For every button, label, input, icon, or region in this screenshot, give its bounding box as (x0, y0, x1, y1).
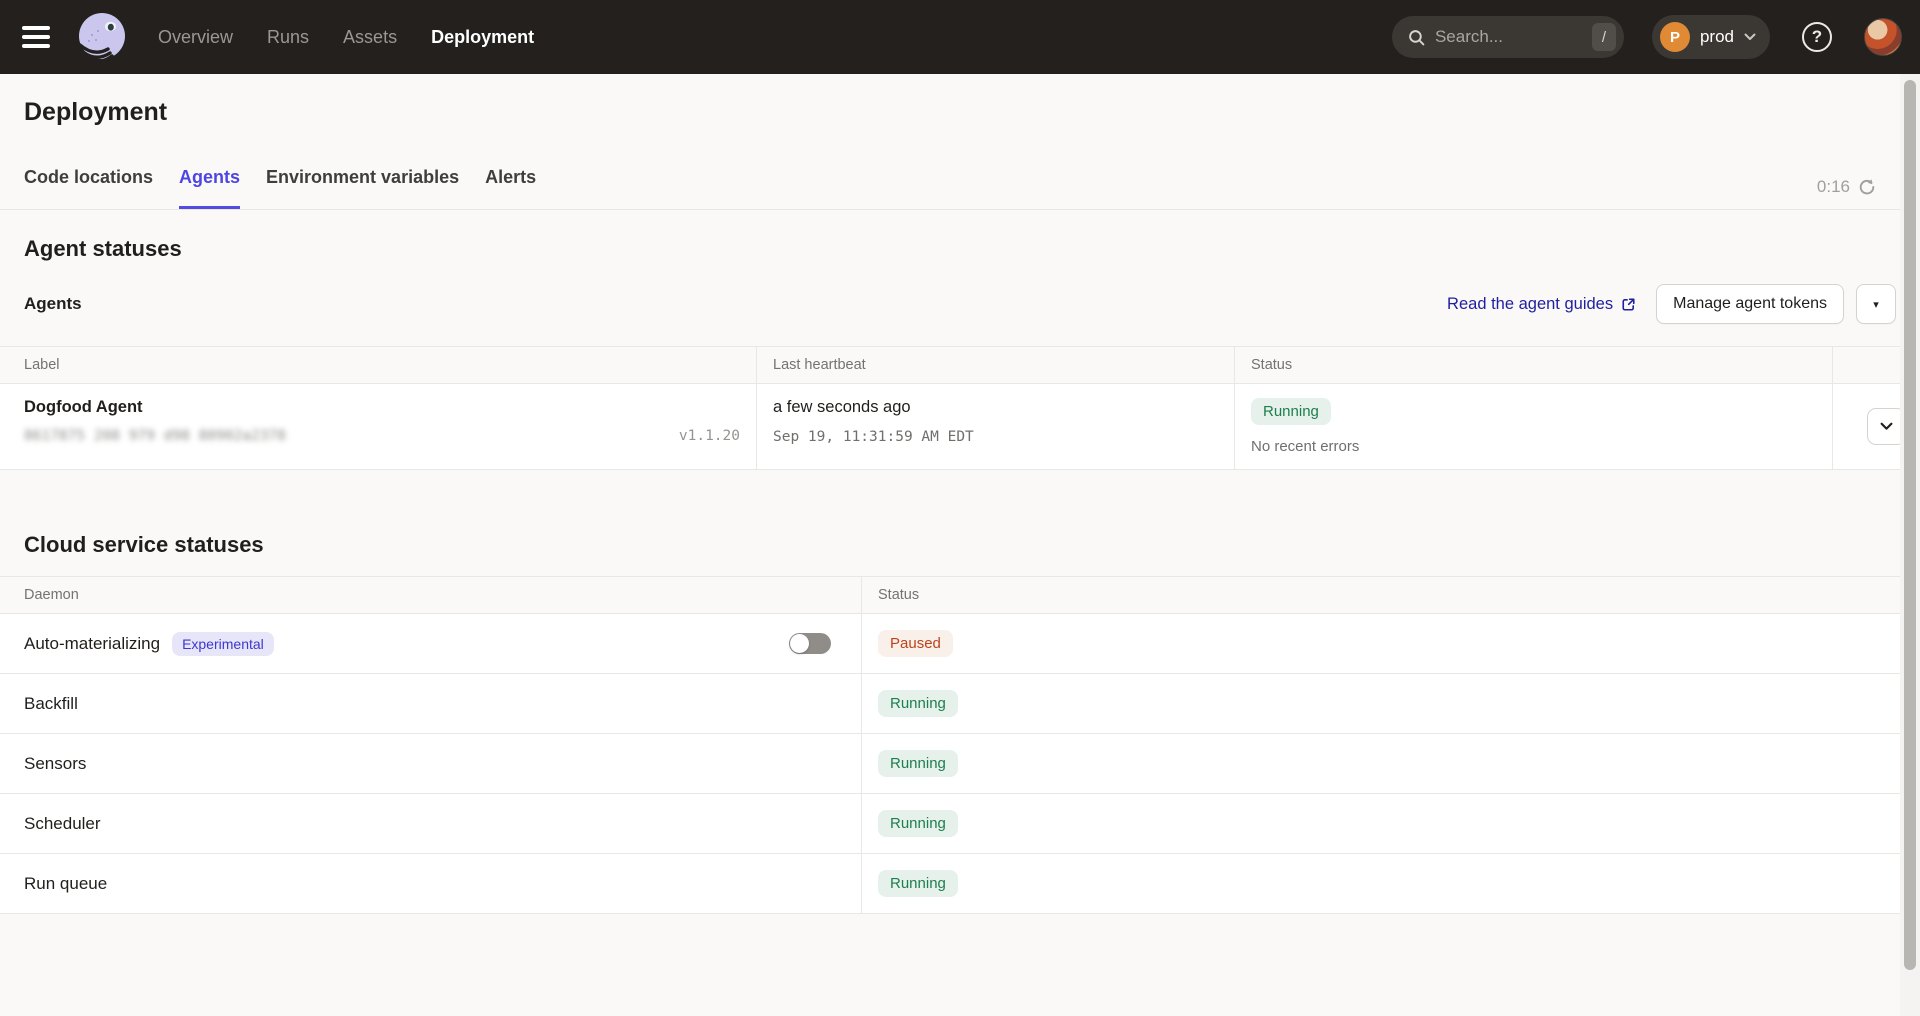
agent-status-badge: Running (1251, 398, 1331, 425)
status-badge-running: Running (878, 750, 958, 777)
primary-nav: Overview Runs Assets Deployment (158, 27, 534, 48)
search-input[interactable] (1435, 27, 1555, 47)
scrollbar-thumb[interactable] (1904, 80, 1916, 970)
user-avatar[interactable] (1864, 18, 1902, 56)
auto-materializing-toggle[interactable] (789, 633, 831, 654)
daemon-name: Auto-materializing (24, 634, 160, 654)
daemon-name: Sensors (24, 754, 86, 774)
tab-environment-variables[interactable]: Environment variables (266, 167, 459, 209)
daemon-name: Backfill (24, 694, 78, 714)
agent-status-cell: Running No recent errors (1235, 384, 1833, 470)
agent-label-cell: Dogfood Agent 8617875 208 979 d98 80902a… (0, 384, 757, 470)
tab-alerts[interactable]: Alerts (485, 167, 536, 209)
tab-agents[interactable]: Agents (179, 167, 240, 209)
agent-name: Dogfood Agent (24, 398, 740, 417)
agents-table: Label Last heartbeat Status Dogfood Agen… (0, 346, 1920, 470)
agents-toolbar: Agents Read the agent guides Manage agen… (24, 284, 1896, 324)
column-header-daemon-status: Status (862, 576, 1920, 614)
dagster-logo[interactable] (74, 9, 130, 65)
chevron-down-icon (1744, 33, 1756, 41)
daemon-name: Scheduler (24, 814, 101, 834)
deployment-switcher[interactable]: P prod (1652, 15, 1770, 59)
deployment-switcher-label: prod (1700, 27, 1734, 47)
deployment-avatar: P (1660, 22, 1690, 52)
deployment-tabs: Code locations Agents Environment variab… (0, 167, 1920, 210)
scrollbar-track[interactable] (1900, 74, 1920, 1016)
agent-status-note: No recent errors (1251, 438, 1816, 455)
agent-guides-link-label: Read the agent guides (1447, 295, 1613, 314)
daemon-status-cell: Running (862, 734, 1920, 794)
top-navbar: Overview Runs Assets Deployment / P prod… (0, 0, 1920, 74)
refresh-timer: 0:16 (1817, 177, 1876, 197)
daemon-row-scheduler: Scheduler (0, 794, 862, 854)
daemon-row-run-queue: Run queue (0, 854, 862, 914)
hamburger-icon[interactable] (22, 26, 50, 48)
external-link-icon (1621, 297, 1636, 312)
search-shortcut-key: / (1592, 23, 1616, 51)
daemon-row-auto-materializing: Auto-materializing Experimental (0, 614, 862, 674)
column-header-last-heartbeat: Last heartbeat (757, 346, 1235, 384)
chevron-down-icon (1880, 422, 1893, 431)
agent-guides-link[interactable]: Read the agent guides (1447, 295, 1636, 314)
daemon-status-cell: Running (862, 854, 1920, 914)
agent-statuses-heading: Agent statuses (0, 236, 1920, 262)
daemon-table: Daemon Status Auto-materializing Experim… (0, 576, 1920, 914)
dagster-octopus-icon (74, 9, 130, 65)
status-badge-paused: Paused (878, 630, 953, 657)
refresh-icon[interactable] (1858, 178, 1876, 196)
daemon-status-cell: Running (862, 674, 1920, 734)
column-header-daemon: Daemon (0, 576, 862, 614)
search-box[interactable]: / (1392, 16, 1624, 58)
status-badge-running: Running (878, 690, 958, 717)
agent-heartbeat-cell: a few seconds ago Sep 19, 11:31:59 AM ED… (757, 384, 1235, 470)
nav-item-deployment[interactable]: Deployment (431, 27, 534, 48)
manage-agent-tokens-button[interactable]: Manage agent tokens (1656, 284, 1844, 324)
nav-item-overview[interactable]: Overview (158, 27, 233, 48)
status-badge-running: Running (878, 810, 958, 837)
daemon-row-sensors: Sensors (0, 734, 862, 794)
daemon-status-cell: Paused (862, 614, 1920, 674)
heartbeat-relative: a few seconds ago (773, 398, 1218, 417)
cloud-service-statuses-heading: Cloud service statuses (0, 532, 1920, 558)
search-icon (1408, 29, 1425, 46)
daemon-row-backfill: Backfill (0, 674, 862, 734)
agents-subheading: Agents (24, 294, 82, 314)
daemon-status-cell: Running (862, 794, 1920, 854)
agent-actions-dropdown-button[interactable]: ▾ (1856, 284, 1896, 324)
daemon-name: Run queue (24, 874, 107, 894)
help-icon[interactable]: ? (1802, 22, 1832, 52)
nav-item-assets[interactable]: Assets (343, 27, 397, 48)
experimental-badge: Experimental (172, 632, 274, 656)
column-header-label: Label (0, 346, 757, 384)
tab-code-locations[interactable]: Code locations (24, 167, 153, 209)
page-title: Deployment (24, 98, 1920, 127)
refresh-timer-value: 0:16 (1817, 177, 1850, 197)
heartbeat-timestamp: Sep 19, 11:31:59 AM EDT (773, 429, 1218, 445)
agent-version: v1.1.20 (679, 428, 740, 444)
status-badge-running: Running (878, 870, 958, 897)
column-header-status: Status (1235, 346, 1833, 384)
nav-item-runs[interactable]: Runs (267, 27, 309, 48)
agent-id-redacted: 8617875 208 979 d98 80902a2378 (24, 428, 286, 444)
